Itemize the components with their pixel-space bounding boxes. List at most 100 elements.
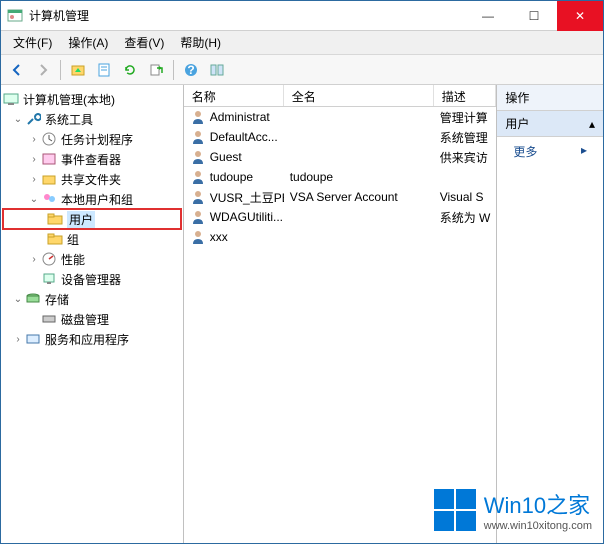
tree-devmgr[interactable]: 设备管理器 [3, 269, 181, 289]
menubar: 文件(F) 操作(A) 查看(V) 帮助(H) [1, 31, 603, 55]
user-icon [190, 229, 206, 245]
cell-desc: 系统管理 [434, 129, 497, 146]
expand-icon[interactable]: › [27, 134, 41, 145]
disk-icon [41, 311, 57, 327]
clock-icon [41, 131, 57, 147]
close-button[interactable]: ✕ [557, 1, 603, 31]
table-row[interactable]: xxx [184, 227, 497, 247]
cell-name: xxx [210, 230, 228, 244]
storage-icon [25, 291, 41, 307]
table-row[interactable]: DefaultAcc... 系统管理 [184, 127, 497, 147]
menu-help[interactable]: 帮助(H) [174, 32, 227, 53]
table-row[interactable]: WDAGUtiliti... 系统为 W [184, 207, 497, 227]
collapse-icon[interactable]: ⌄ [11, 114, 25, 125]
expand-icon[interactable]: › [27, 254, 41, 265]
refresh-button[interactable] [118, 58, 142, 82]
folder-icon [47, 211, 63, 227]
cell-name: tudoupe [210, 170, 253, 184]
cell-desc: 系统为 W [434, 209, 497, 226]
tree-tasksched[interactable]: › 任务计划程序 [3, 129, 181, 149]
tree-storage[interactable]: ⌄ 存储 [3, 289, 181, 309]
help-button[interactable]: ? [179, 58, 203, 82]
tree-localusers[interactable]: ⌄ 本地用户和组 [3, 189, 181, 209]
cell-name: Administrat [210, 110, 270, 124]
tree-users[interactable]: 用户 [3, 209, 181, 229]
user-icon [190, 109, 206, 125]
cell-desc: 管理计算 [434, 109, 497, 126]
menu-action[interactable]: 操作(A) [62, 32, 114, 53]
computer-icon [3, 91, 19, 107]
nav-tree[interactable]: 计算机管理(本地) ⌄ 系统工具 › 任务计划程序 › 事件查看器 › 共享文件… [1, 85, 184, 543]
tree-sharedfolders[interactable]: › 共享文件夹 [3, 169, 181, 189]
list-header: 名称 全名 描述 [184, 85, 497, 107]
collapse-icon[interactable]: ⌄ [27, 194, 41, 205]
device-icon [41, 271, 57, 287]
tree-perf[interactable]: › 性能 [3, 249, 181, 269]
cell-fullname: VSA Server Account [284, 190, 434, 204]
col-fullname[interactable]: 全名 [284, 85, 434, 106]
list-pane: 名称 全名 描述 Administrat 管理计算 DefaultAcc... 系统管… [184, 85, 498, 543]
folder-icon [47, 231, 63, 247]
minimize-button[interactable]: — [465, 1, 511, 31]
properties-button[interactable] [92, 58, 116, 82]
user-icon [190, 169, 206, 185]
cell-fullname: tudoupe [284, 170, 434, 184]
actions-section[interactable]: 用户 ▴ [497, 111, 603, 137]
tree-root[interactable]: 计算机管理(本地) [3, 89, 181, 109]
menu-file[interactable]: 文件(F) [7, 32, 58, 53]
user-icon [190, 189, 206, 205]
toolbar-separator [173, 60, 174, 80]
tree-services[interactable]: › 服务和应用程序 [3, 329, 181, 349]
export-button[interactable] [144, 58, 168, 82]
menu-view[interactable]: 查看(V) [118, 32, 170, 53]
user-icon [190, 149, 206, 165]
cell-name: WDAGUtiliti... [210, 210, 283, 224]
share-icon [41, 171, 57, 187]
show-hide-button[interactable] [205, 58, 229, 82]
tree-groups[interactable]: 组 [3, 229, 181, 249]
table-row[interactable]: tudoupe tudoupe [184, 167, 497, 187]
tree-systools[interactable]: ⌄ 系统工具 [3, 109, 181, 129]
expand-icon[interactable]: › [27, 174, 41, 185]
event-icon [41, 151, 57, 167]
svg-text:?: ? [187, 63, 194, 77]
perf-icon [41, 251, 57, 267]
toolbar-separator [60, 60, 61, 80]
table-row[interactable]: Guest 供来宾访 [184, 147, 497, 167]
table-row[interactable]: VUSR_土豆PEVSA Server AccountVisual S [184, 187, 497, 207]
tools-icon [25, 111, 41, 127]
cell-name: Guest [210, 150, 242, 164]
user-icon [190, 129, 206, 145]
chevron-right-icon: ▸ [581, 143, 587, 160]
collapse-icon[interactable]: ⌄ [11, 294, 25, 305]
toolbar: ? [1, 55, 603, 85]
window-title: 计算机管理 [29, 7, 465, 24]
expand-icon[interactable]: › [11, 334, 25, 345]
actions-more[interactable]: 更多 ▸ [497, 137, 603, 166]
chevron-up-icon: ▴ [589, 117, 595, 131]
col-name[interactable]: 名称 [184, 85, 284, 106]
col-desc[interactable]: 描述 [434, 85, 497, 106]
user-list[interactable]: Administrat 管理计算 DefaultAcc... 系统管理 Guest 供来宾… [184, 107, 497, 543]
user-icon [190, 209, 206, 225]
services-icon [25, 331, 41, 347]
maximize-button[interactable]: ☐ [511, 1, 557, 31]
forward-button[interactable] [31, 58, 55, 82]
actions-header: 操作 [497, 85, 603, 111]
table-row[interactable]: Administrat 管理计算 [184, 107, 497, 127]
expand-icon[interactable]: › [27, 154, 41, 165]
tree-diskmgr[interactable]: 磁盘管理 [3, 309, 181, 329]
cell-desc: 供来宾访 [434, 149, 497, 166]
titlebar: 计算机管理 — ☐ ✕ [1, 1, 603, 31]
up-button[interactable] [66, 58, 90, 82]
cell-desc: Visual S [434, 190, 497, 204]
tree-eventviewer[interactable]: › 事件查看器 [3, 149, 181, 169]
back-button[interactable] [5, 58, 29, 82]
body: 计算机管理(本地) ⌄ 系统工具 › 任务计划程序 › 事件查看器 › 共享文件… [1, 85, 603, 543]
actions-pane: 操作 用户 ▴ 更多 ▸ [497, 85, 603, 543]
app-window: 计算机管理 — ☐ ✕ 文件(F) 操作(A) 查看(V) 帮助(H) ? 计算… [0, 0, 604, 544]
cell-name: VUSR_土豆PE [210, 189, 284, 206]
users-icon [41, 191, 57, 207]
app-icon [7, 8, 23, 24]
cell-name: DefaultAcc... [210, 130, 278, 144]
